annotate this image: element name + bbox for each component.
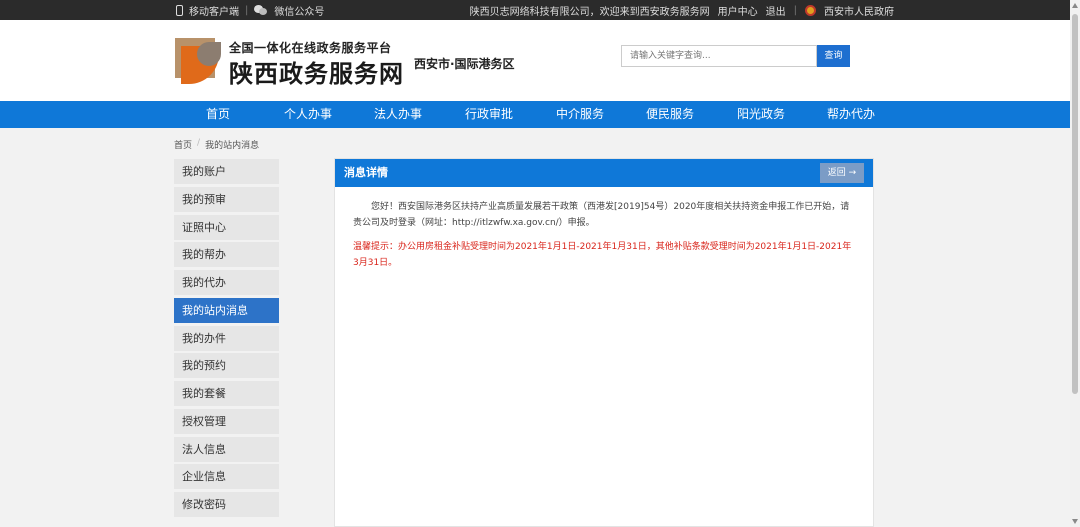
scroll-up-arrow-icon[interactable] (1072, 3, 1078, 8)
welcome-text: 陕西贝志网络科技有限公司，欢迎来到西安政务服务网 (469, 6, 710, 18)
panel-title: 消息详情 (344, 166, 388, 179)
national-emblem-icon (805, 4, 816, 16)
back-button[interactable]: 返回 → (820, 163, 864, 183)
sidebar-item-password[interactable]: 修改密码 (174, 492, 279, 517)
breadcrumb-current: 我的站内消息 (205, 141, 260, 151)
logo-title[interactable]: 陕西政务服务网 (229, 54, 404, 89)
region-label: 西安市·国际港务区 (414, 57, 515, 71)
sidebar-item-proxy[interactable]: 我的代办 (174, 270, 279, 295)
mobile-phone-icon (176, 4, 183, 16)
top-bar-left: 移动客户端 | 微信公众号 (176, 0, 324, 20)
sidebar-item-enterprise[interactable]: 企业信息 (174, 464, 279, 490)
site-header: 全国一体化在线政务服务平台 陕西政务服务网 西安市·国际港务区 查询 (0, 20, 1070, 101)
top-bar: 移动客户端 | 微信公众号 陕西贝志网络科技有限公司，欢迎来到西安政务服务网 用… (0, 0, 1070, 20)
scroll-thumb[interactable] (1072, 14, 1078, 394)
panel-header: 消息详情 返回 → (335, 159, 873, 187)
search-button[interactable]: 查询 (817, 45, 850, 67)
sidebar-item-pre-review[interactable]: 我的预审 (174, 186, 279, 212)
account-sidebar: 我的账户 我的预审 证照中心 我的帮办 我的代办 我的站内消息 我的办件 我的预… (174, 159, 279, 520)
sidebar-item-packages[interactable]: 我的套餐 (174, 381, 279, 406)
user-center-link[interactable]: 用户中心 (718, 3, 758, 18)
nav-item-convenience[interactable]: 便民服务 (646, 101, 694, 128)
message-body: 您好！西安国际港务区扶持产业高质量发展若干政策（西港发[2019]54号）202… (353, 202, 850, 228)
nav-item-personal[interactable]: 个人办事 (284, 101, 332, 128)
scroll-down-arrow-icon[interactable] (1072, 519, 1078, 524)
divider: | (245, 4, 249, 16)
sidebar-item-messages[interactable]: 我的站内消息 (174, 297, 279, 323)
breadcrumb-separator: / (197, 138, 201, 148)
search-input[interactable] (621, 45, 817, 67)
sidebar-item-account[interactable]: 我的账户 (174, 159, 279, 184)
wechat-icon (254, 5, 268, 15)
mobile-client-link[interactable]: 移动客户端 (189, 3, 239, 18)
breadcrumb: 首页 / 我的站内消息 (174, 138, 259, 151)
sidebar-item-cases[interactable]: 我的办件 (174, 325, 279, 351)
nav-item-corporate[interactable]: 法人办事 (374, 101, 422, 128)
nav-item-public-affairs[interactable]: 阳光政务 (737, 101, 785, 128)
sidebar-item-assist[interactable]: 我的帮办 (174, 242, 279, 268)
sidebar-item-certificates[interactable]: 证照中心 (174, 214, 279, 240)
main-nav: 首页 个人办事 法人办事 行政审批 中介服务 便民服务 阳光政务 帮办代办 (0, 101, 1070, 128)
sidebar-item-legal-person[interactable]: 法人信息 (174, 436, 279, 462)
divider: | (793, 4, 797, 16)
top-bar-right: 陕西贝志网络科技有限公司，欢迎来到西安政务服务网 用户中心 退出 | 西安市人民… (470, 0, 894, 20)
nav-item-agency[interactable]: 中介服务 (556, 101, 604, 128)
nav-item-assist[interactable]: 帮办代办 (827, 101, 875, 128)
sidebar-item-appointments[interactable]: 我的预约 (174, 353, 279, 379)
city-government-link[interactable]: 西安市人民政府 (824, 3, 894, 18)
breadcrumb-home[interactable]: 首页 (174, 138, 192, 151)
page-scrollbar[interactable] (1070, 0, 1080, 527)
wechat-account-link[interactable]: 微信公众号 (274, 3, 324, 18)
site-logo-icon[interactable] (175, 38, 223, 85)
warm-tip: 温馨提示：办公用房租金补贴受理时间为2021年1月1日-2021年1月31日，其… (353, 242, 852, 268)
nav-item-home[interactable]: 首页 (206, 101, 230, 128)
message-detail-panel: 消息详情 返回 → 您好！西安国际港务区扶持产业高质量发展若干政策（西港发[20… (334, 158, 874, 527)
sidebar-item-authorization[interactable]: 授权管理 (174, 408, 279, 434)
logout-link[interactable]: 退出 (766, 3, 786, 18)
nav-item-approval[interactable]: 行政审批 (465, 101, 513, 128)
